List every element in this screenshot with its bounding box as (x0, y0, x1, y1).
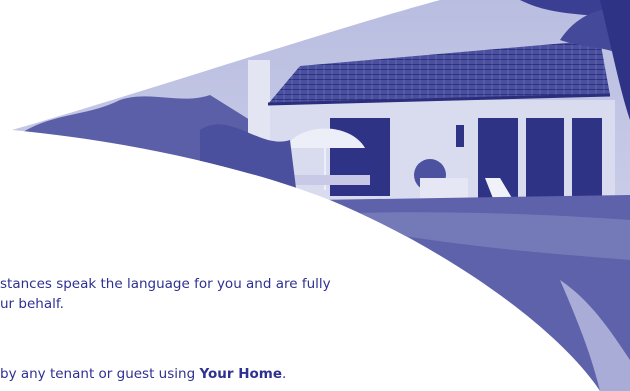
body-text-line-3: by any tenant or guest using Your Home. (0, 366, 286, 382)
photo-content (12, 0, 630, 391)
body-text-line-1: stances speak the language for you and a… (0, 276, 331, 292)
body-text-line-3-prefix: by any tenant or guest using (0, 366, 200, 382)
body-text-line-2: ur behalf. (0, 296, 64, 312)
your-home-emphasis: Your Home (199, 366, 283, 382)
villa-photo-banner (12, 0, 630, 391)
body-text-line-3-suffix: . (282, 366, 287, 382)
